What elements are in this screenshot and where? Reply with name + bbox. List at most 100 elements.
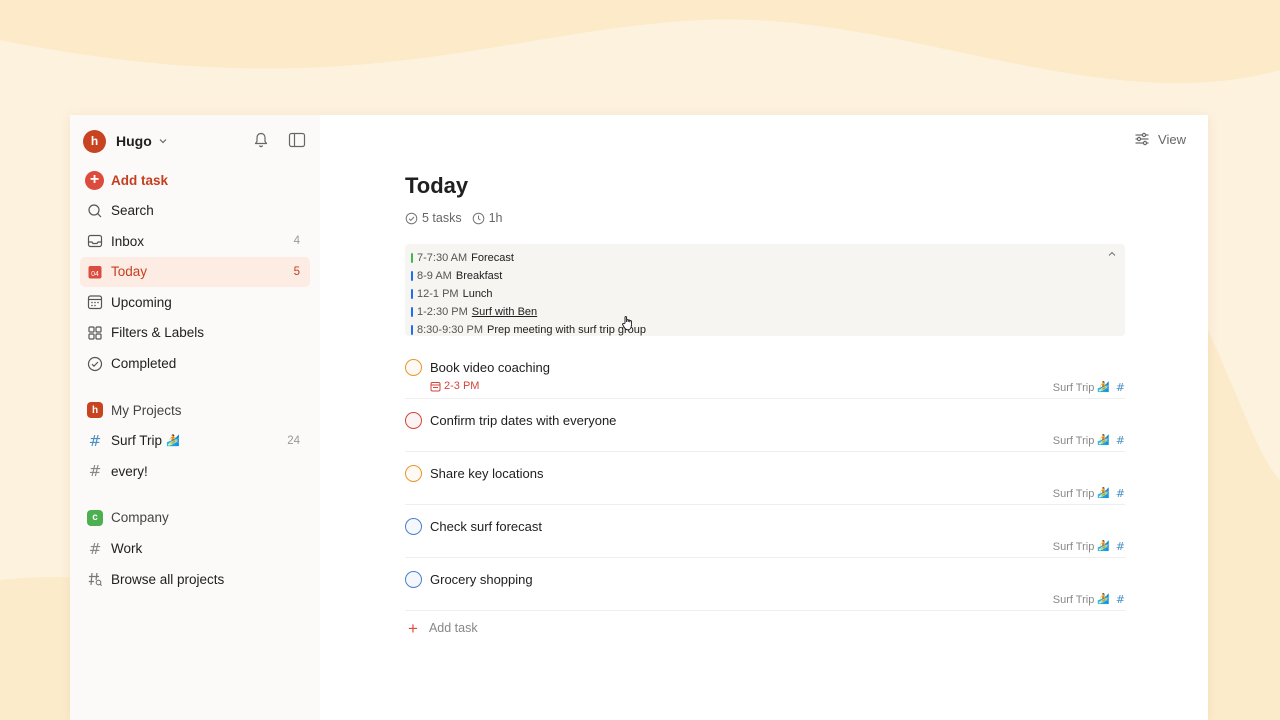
check-circle-icon (405, 212, 418, 225)
company-badge: c (87, 509, 103, 526)
sidebar-item-filters-labels[interactable]: Filters & Labels (80, 318, 310, 348)
sidebar-item-every[interactable]: # every! (80, 456, 310, 486)
task-checkbox[interactable] (405, 518, 422, 535)
hash-icon: # (1115, 487, 1125, 500)
page-meta: 5 tasks 1h (405, 211, 1125, 225)
task-project-label: Surf Trip (1052, 434, 1095, 447)
bell-icon[interactable] (252, 131, 270, 149)
sidebar-item-label: Today (111, 264, 148, 280)
event-color-bar (411, 289, 413, 299)
task-checkbox[interactable] (405, 359, 422, 376)
app-window: h Hugo + Add task Search Inbox 4 04 Toda… (70, 115, 1208, 720)
task-checkbox[interactable] (405, 412, 422, 429)
task-project[interactable]: Surf Trip 🏄 # (1053, 381, 1125, 394)
sliders-icon (1134, 131, 1150, 147)
event-time: 1-2:30 PM (417, 306, 468, 318)
add-task-label: Add task (111, 172, 169, 188)
add-task-button[interactable]: + Add task (80, 165, 310, 195)
sidebar-toggle-icon[interactable] (288, 131, 306, 149)
task-project-label: Surf Trip (1052, 381, 1095, 394)
plus-icon: + (408, 618, 418, 638)
event-color-bar (411, 325, 413, 335)
sidebar-item-label: Browse all projects (111, 571, 225, 587)
task-row[interactable]: Check surf forecast Surf Trip 🏄 # (405, 505, 1125, 558)
event-color-bar (411, 307, 413, 317)
today-count: 5 (293, 265, 300, 278)
event-time: 7-7:30 AM (417, 252, 468, 264)
sidebar-item-today[interactable]: 04 Today 5 (80, 256, 310, 287)
task-name: Confirm trip dates with everyone (430, 413, 617, 428)
task-project[interactable]: Surf Trip 🏄 # (1053, 593, 1125, 606)
chevron-down-icon (158, 136, 168, 146)
event-title-link[interactable]: Surf with Ben (472, 306, 537, 318)
sidebar-item-upcoming[interactable]: Upcoming (80, 287, 310, 317)
check-circle-icon (86, 355, 104, 373)
user-name: Hugo (116, 133, 152, 149)
event-time: 8:30-9:30 PM (417, 324, 484, 336)
event-title: Lunch (462, 288, 493, 300)
task-name: Check surf forecast (430, 519, 542, 534)
inbox-icon (86, 232, 104, 250)
calendar-icon (86, 293, 104, 311)
sidebar-item-surf-trip[interactable]: # Surf Trip 🏄 24 (80, 426, 310, 456)
inbox-count: 4 (293, 235, 300, 248)
event-color-bar (411, 271, 413, 281)
task-project-label: Surf Trip (1052, 540, 1095, 553)
schedule-event[interactable]: 7-7:30 AM Forecast (411, 249, 1119, 267)
task-project[interactable]: Surf Trip 🏄 # (1053, 434, 1125, 447)
calendar-icon (430, 381, 441, 392)
event-title: Forecast (471, 252, 514, 264)
svg-text:04: 04 (91, 271, 99, 278)
view-button[interactable]: View (1134, 131, 1186, 147)
sidebar-item-browse-projects[interactable]: Browse all projects (80, 564, 310, 594)
tasks-count: 5 tasks (422, 211, 462, 225)
sidebar-item-label: Company (111, 510, 169, 526)
duration: 1h (488, 211, 503, 225)
task-checkbox[interactable] (405, 571, 422, 588)
surf-emoji-icon: 🏄 (1097, 541, 1110, 552)
task-name: Share key locations (430, 466, 544, 481)
sidebar-item-completed[interactable]: Completed (80, 349, 310, 379)
avatar: h (83, 129, 106, 153)
search-icon (86, 202, 104, 220)
task-row[interactable]: Book video coaching 2-3 PM Surf Trip 🏄 # (405, 346, 1125, 399)
add-task-inline-button[interactable]: + Add task (405, 619, 1125, 637)
schedule-event[interactable]: 1-2:30 PM Surf with Ben (411, 303, 1119, 321)
sidebar-item-label: Completed (111, 356, 177, 372)
event-color-bar (411, 253, 413, 263)
chevron-up-icon[interactable] (1107, 249, 1117, 259)
task-due-label: 2-3 PM (444, 380, 480, 392)
sidebar-item-label: Upcoming (111, 294, 172, 310)
task-project[interactable]: Surf Trip 🏄 # (1053, 487, 1125, 500)
event-title: Breakfast (455, 270, 503, 282)
sidebar-item-work[interactable]: # Work (80, 534, 310, 564)
event-time: 12-1 PM (417, 288, 459, 300)
schedule-event[interactable]: 8:30-9:30 PM Prep meeting with surf trip… (411, 321, 1119, 339)
sidebar-item-company[interactable]: c Company (80, 503, 310, 533)
main-content: View Today 5 tasks 1h 7-7:30 AM Forecast… (320, 115, 1208, 720)
task-project-label: Surf Trip (1052, 487, 1095, 500)
my-projects-badge: h (87, 402, 103, 419)
hash-icon: # (88, 462, 102, 481)
task-row[interactable]: Grocery shopping Surf Trip 🏄 # (405, 558, 1125, 611)
surf-emoji-icon: 🏄 (1097, 435, 1110, 446)
sidebar-item-label: Filters & Labels (111, 325, 205, 341)
view-label: View (1158, 131, 1186, 147)
sidebar-item-search[interactable]: Search (80, 196, 310, 226)
sidebar-item-my-projects[interactable]: h My Projects (80, 395, 310, 425)
schedule-event[interactable]: 12-1 PM Lunch (411, 285, 1119, 303)
add-task-label: Add task (428, 621, 478, 635)
grid-icon (86, 324, 104, 342)
task-checkbox[interactable] (405, 465, 422, 482)
schedule-event[interactable]: 8-9 AM Breakfast (411, 267, 1119, 285)
hash-icon: # (1115, 434, 1125, 447)
task-row[interactable]: Share key locations Surf Trip 🏄 # (405, 452, 1125, 505)
sidebar-item-label: every! (111, 463, 148, 479)
task-row[interactable]: Confirm trip dates with everyone Surf Tr… (405, 399, 1125, 452)
calendar-today-icon: 04 (86, 263, 104, 281)
sidebar-item-label: Surf Trip (111, 433, 163, 449)
sidebar-item-label: Inbox (111, 233, 145, 249)
hash-icon: # (88, 431, 102, 450)
sidebar-item-inbox[interactable]: Inbox 4 (80, 226, 310, 256)
task-project[interactable]: Surf Trip 🏄 # (1053, 540, 1125, 553)
